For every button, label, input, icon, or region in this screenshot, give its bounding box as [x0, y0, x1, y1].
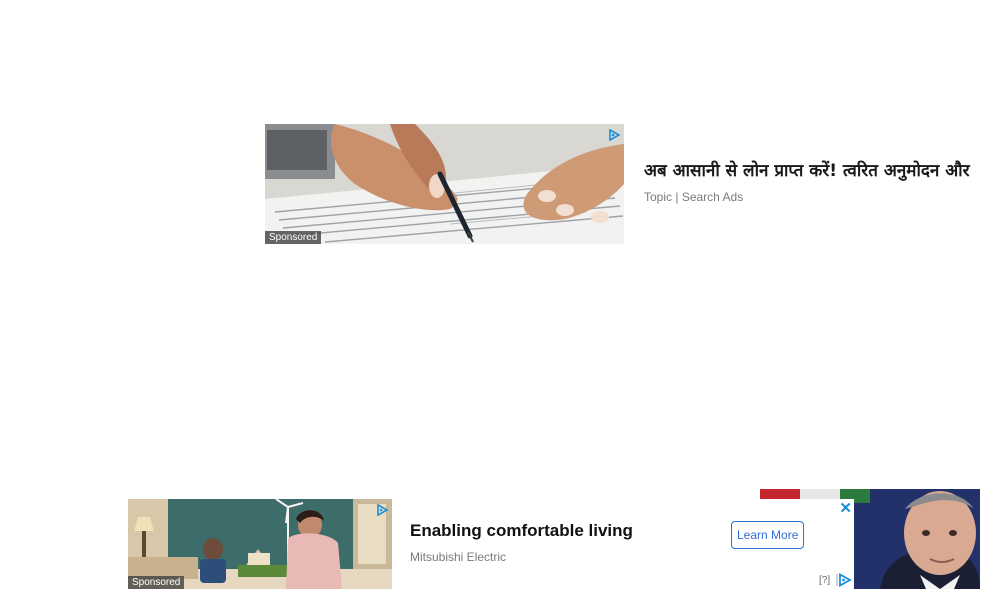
- ad-meta-loan: Topic | Search Ads: [644, 190, 743, 204]
- close-icon[interactable]: ✕: [839, 499, 852, 517]
- learn-more-button[interactable]: Learn More: [731, 521, 805, 549]
- ad-headline-mitsubishi[interactable]: Enabling comfortable living: [410, 521, 633, 541]
- adchoices-icon[interactable]: [608, 129, 620, 141]
- banner-ad-mitsubishi[interactable]: Sponsored Enabling comfortable living Mi…: [128, 499, 854, 589]
- ad-thumbnail-loan[interactable]: Sponsored: [265, 124, 624, 244]
- ad-headline-loan[interactable]: अब आसानी से लोन प्राप्त करें! त्वरित अनु…: [644, 158, 984, 181]
- hand-signing-form-image: [265, 124, 624, 244]
- sponsored-label: Sponsored: [265, 231, 322, 244]
- page: Sponsored अब आसानी से लोन प्राप्त करें! …: [0, 0, 996, 605]
- topic-label: Topic: [644, 190, 673, 204]
- search-ads-link[interactable]: Search Ads: [682, 190, 743, 204]
- ad-thumbnail-mitsubishi[interactable]: Sponsored: [128, 499, 392, 589]
- advertiser-name: Mitsubishi Electric: [410, 550, 507, 564]
- native-ad-loan[interactable]: Sponsored अब आसानी से लोन प्राप्त करें! …: [265, 124, 996, 244]
- adchoices-icon[interactable]: [376, 504, 388, 516]
- ad-help-link[interactable]: [?]: [819, 575, 830, 586]
- meta-separator: |: [675, 190, 679, 204]
- adchoices-icon[interactable]: [836, 573, 852, 587]
- sponsored-label: Sponsored: [128, 576, 185, 589]
